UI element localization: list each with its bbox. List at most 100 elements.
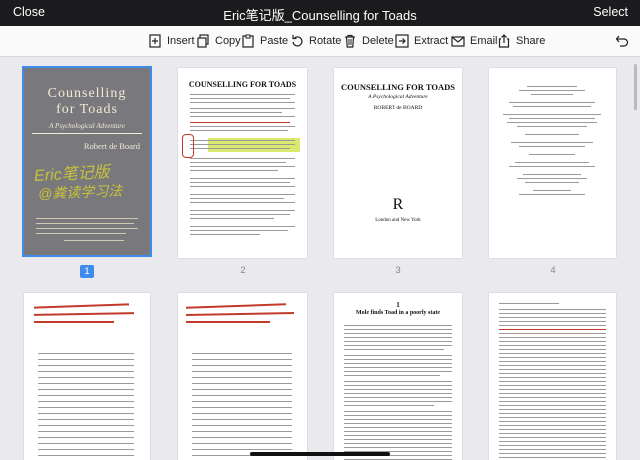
toc-line (38, 353, 134, 354)
text-line (525, 182, 579, 183)
toc-line (192, 425, 292, 426)
text-line (190, 226, 295, 227)
toc-line (38, 359, 134, 360)
cover-subtitle: A Psychological Adventure (49, 122, 125, 130)
handwritten-note (33, 312, 135, 316)
page-heading: COUNSELLING FOR TOADS (341, 82, 455, 92)
trash-icon (345, 34, 355, 48)
text-line (499, 337, 606, 338)
paste-icon (242, 34, 254, 48)
mail-icon (451, 36, 465, 47)
toc-line (192, 431, 292, 432)
toc-line (192, 413, 292, 414)
text-line (515, 162, 589, 163)
chapter-title: Mole finds Toad in a poorly state (355, 310, 440, 316)
delete-button[interactable]: Delete (343, 33, 394, 49)
handwritten-note (186, 321, 270, 323)
text-line (190, 234, 260, 235)
text-line (499, 457, 606, 458)
extract-button[interactable]: Extract (395, 33, 448, 49)
text-line (344, 375, 440, 376)
text-line (513, 106, 591, 107)
cover-rule (32, 133, 142, 134)
toc-line (192, 437, 292, 438)
text-line (499, 309, 606, 310)
page-thumbnail-6[interactable] (178, 293, 307, 460)
page-thumbnail-8[interactable] (489, 293, 616, 460)
text-line (344, 435, 452, 436)
annotation-line (499, 329, 606, 330)
rotate-label: Rotate (309, 35, 342, 47)
text-line (344, 329, 452, 330)
cover-text-line (64, 240, 124, 241)
rotate-button[interactable]: Rotate (290, 33, 341, 49)
toc-line (38, 431, 134, 432)
text-line (190, 162, 286, 163)
text-line (344, 447, 452, 448)
text-line (499, 413, 606, 414)
text-line (517, 178, 587, 179)
page-thumbnail-4[interactable] (489, 68, 616, 258)
text-line (190, 230, 288, 231)
undo-icon[interactable] (615, 34, 629, 48)
toc-line (38, 389, 134, 390)
scrollbar[interactable] (634, 64, 637, 110)
extract-label: Extract (414, 35, 449, 47)
toc-line (192, 401, 292, 402)
text-line (344, 389, 452, 390)
text-line (499, 365, 606, 366)
text-line (344, 415, 452, 416)
text-line (507, 122, 597, 123)
page-author: ROBERT de BOARD (373, 105, 423, 111)
text-line (509, 118, 595, 119)
toc-line (192, 359, 292, 360)
text-line (499, 361, 606, 362)
page-number-2: 2 (240, 265, 246, 276)
paste-button[interactable]: Paste (241, 33, 288, 49)
text-line (190, 126, 295, 127)
share-button[interactable]: Share (497, 33, 545, 49)
handwritten-mark (182, 134, 194, 158)
page-toolbar: Insert Copy Paste Rotate Delete Extract … (0, 26, 640, 57)
text-line (499, 389, 606, 390)
text-line (190, 214, 290, 215)
insert-button[interactable]: Insert (148, 33, 195, 49)
copy-label: Copy (215, 35, 241, 47)
text-line (190, 102, 295, 103)
toc-line (192, 377, 292, 378)
text-line (190, 98, 290, 99)
text-line (190, 210, 295, 211)
page-thumbnail-3[interactable]: COUNSELLING FOR TOADS A Psychological Ad… (334, 68, 462, 258)
cover-text-line (36, 218, 138, 219)
page-heading: COUNSELLING FOR TOADS (188, 80, 297, 89)
text-line (344, 411, 452, 412)
email-button[interactable]: Email (451, 33, 498, 49)
page-thumbnail-1[interactable]: Counselling for Toads A Psychological Ad… (24, 68, 150, 255)
toc-line (38, 371, 134, 372)
document-title: Eric笔记版_Counselling for Toads (223, 8, 417, 23)
text-line (499, 313, 606, 314)
publisher-location: London and New York (375, 218, 421, 223)
page-thumbnail-5[interactable] (24, 293, 150, 460)
text-line (499, 325, 606, 326)
text-line (344, 349, 444, 350)
text-line (509, 166, 595, 167)
top-bar: Close Eric笔记版_Counselling for Toads Sele… (0, 0, 640, 26)
handwritten-note (34, 321, 114, 323)
handwritten-note (33, 303, 130, 309)
home-indicator[interactable] (250, 452, 390, 456)
page-thumbnail-7[interactable]: 1 Mole finds Toad in a poorly state (334, 293, 462, 460)
text-line (499, 441, 606, 442)
text-line (190, 108, 295, 109)
text-line (344, 333, 452, 334)
text-line (499, 333, 606, 334)
text-line (190, 194, 295, 195)
select-button[interactable]: Select (593, 5, 628, 19)
text-line (499, 409, 606, 410)
text-line (344, 325, 452, 326)
text-line (499, 381, 606, 382)
page-thumbnail-2[interactable]: COUNSELLING FOR TOADS (178, 68, 307, 258)
copy-button[interactable]: Copy (196, 33, 241, 49)
text-line (344, 341, 452, 342)
text-line (499, 341, 606, 342)
